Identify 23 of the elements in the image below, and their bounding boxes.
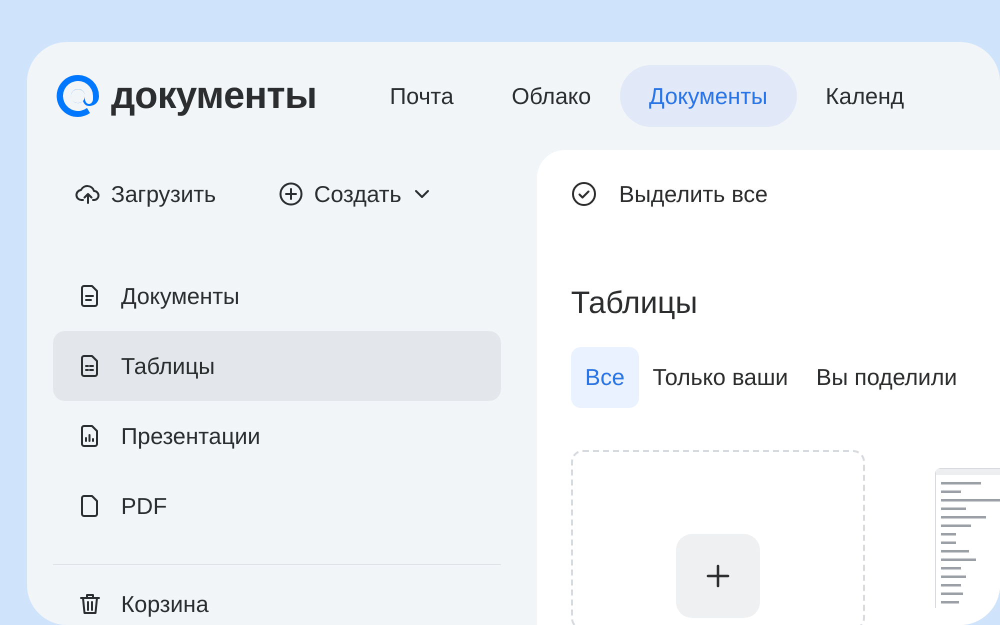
nav-tab[interactable]: Облако [482, 64, 620, 128]
filter-tab[interactable]: Вы поделили [802, 347, 972, 408]
sidebar-item[interactable]: Документы [53, 261, 501, 331]
filter-tab[interactable]: Все [571, 347, 639, 408]
sidebar-item[interactable]: Таблицы [53, 331, 501, 401]
sidebar-item[interactable]: PDF [53, 471, 501, 541]
nav-tab[interactable]: Документы [620, 64, 797, 128]
section-heading: Таблицы [571, 284, 699, 322]
nav-tab[interactable]: Почта [360, 64, 483, 128]
nav-tab[interactable]: Календ [796, 64, 934, 128]
check-circle-icon [571, 181, 597, 207]
upload-button[interactable]: Загрузить [75, 176, 216, 212]
plus-circle-icon [278, 181, 304, 207]
new-file-card[interactable] [571, 450, 865, 625]
add-button[interactable] [676, 534, 760, 618]
plus-icon [705, 562, 731, 589]
create-button[interactable]: Создать [278, 176, 434, 212]
trash-icon [77, 591, 103, 617]
filter-tab[interactable]: Только ваши [638, 347, 802, 408]
sidebar-item[interactable]: Презентации [53, 401, 501, 471]
trash-item[interactable]: Корзина [53, 579, 501, 625]
select-all-button[interactable]: Выделить все [571, 164, 768, 224]
logo-text: документы [111, 74, 317, 118]
